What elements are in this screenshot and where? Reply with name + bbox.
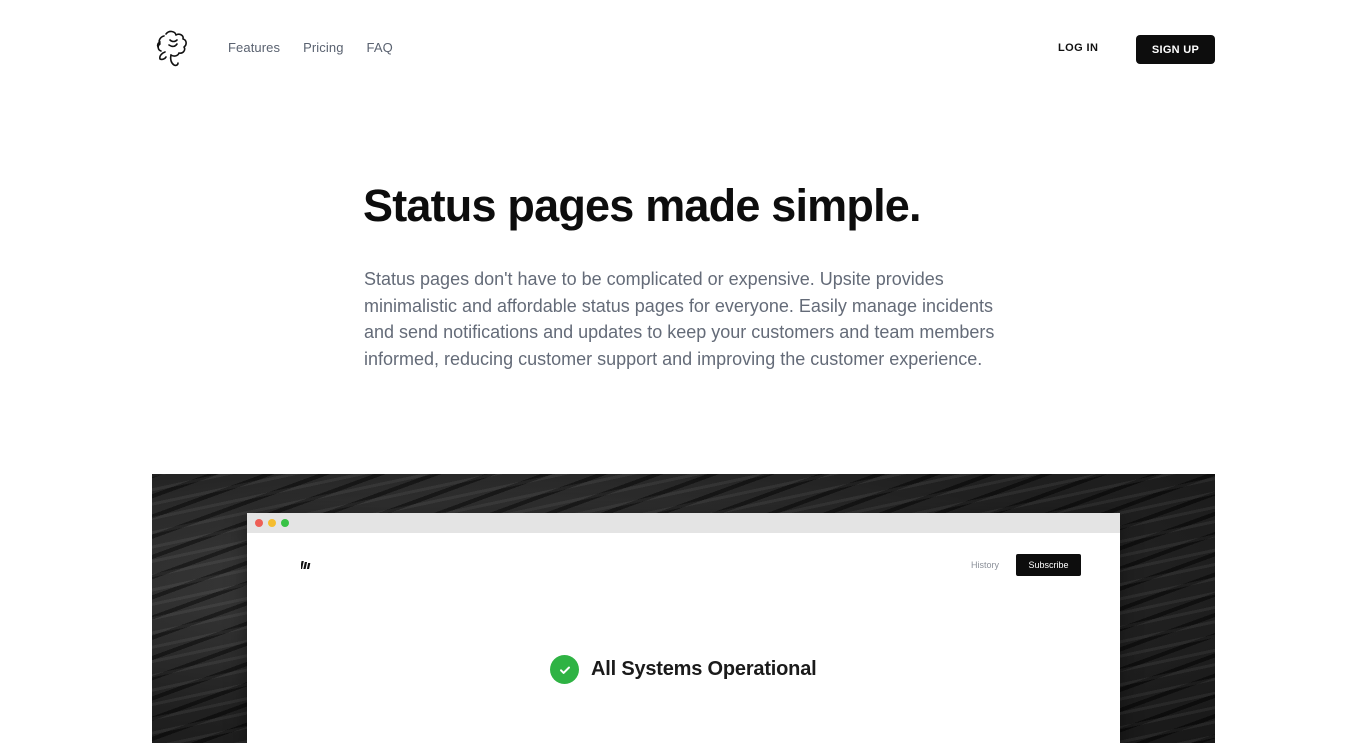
status-text: All Systems Operational: [591, 658, 817, 680]
hero-title: Status pages made simple.: [363, 180, 922, 231]
subscribe-button[interactable]: Subscribe: [1016, 554, 1081, 576]
history-link[interactable]: History: [971, 560, 999, 570]
nav-links: Features Pricing FAQ: [228, 40, 393, 55]
signup-button[interactable]: SIGN UP: [1136, 35, 1215, 64]
window-minimize-dot: [268, 519, 276, 527]
login-link[interactable]: LOG IN: [1058, 42, 1098, 54]
top-navigation: Features Pricing FAQ LOG IN SIGN UP: [0, 0, 1366, 98]
browser-title-bar: [247, 513, 1120, 533]
window-close-dot: [255, 519, 263, 527]
bars-logo-icon: [301, 561, 311, 569]
nav-link-features[interactable]: Features: [228, 40, 280, 55]
nav-link-pricing[interactable]: Pricing: [303, 40, 343, 55]
status-summary: All Systems Operational: [550, 655, 817, 684]
hero-description: Status pages don't have to be complicate…: [364, 269, 995, 369]
browser-mockup: History Subscribe All Systems Operationa…: [247, 513, 1120, 743]
hand-flower-logo-icon[interactable]: [152, 28, 190, 70]
check-circle-icon: [550, 655, 579, 684]
product-showcase: History Subscribe All Systems Operationa…: [152, 474, 1215, 743]
nav-link-faq[interactable]: FAQ: [367, 40, 393, 55]
window-maximize-dot: [281, 519, 289, 527]
